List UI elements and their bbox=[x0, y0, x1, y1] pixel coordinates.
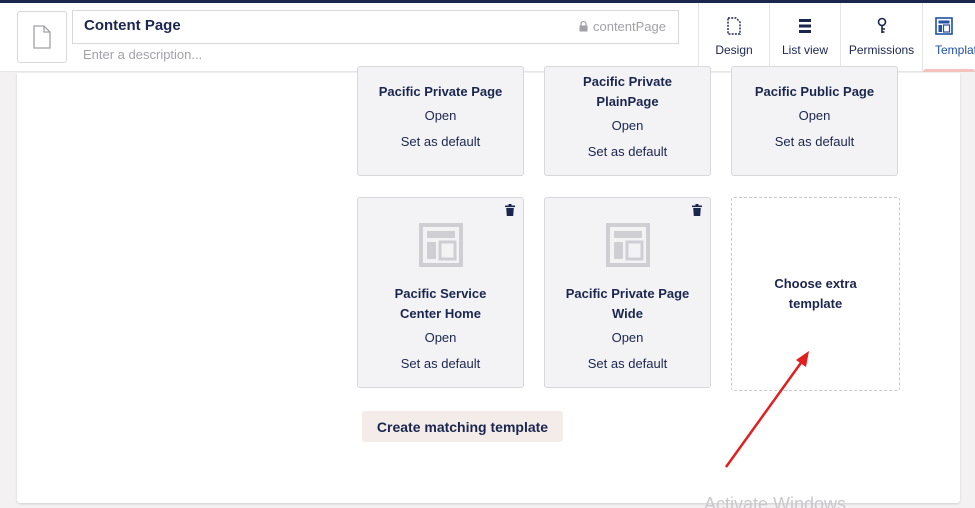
list-icon bbox=[799, 19, 811, 33]
alias-text: contentPage bbox=[592, 19, 666, 34]
app-design[interactable]: Design bbox=[698, 3, 769, 72]
template-card: Pacific Service Center Home Open Set as … bbox=[357, 197, 524, 388]
template-icon bbox=[935, 17, 953, 35]
open-template-link[interactable]: Open bbox=[545, 330, 710, 345]
app-design-label: Design bbox=[715, 43, 753, 57]
set-default-link[interactable]: Set as default bbox=[545, 356, 710, 371]
template-card: Pacific Private Page Open Set as default bbox=[357, 66, 524, 176]
open-template-link[interactable]: Open bbox=[545, 118, 710, 133]
trash-icon[interactable] bbox=[505, 204, 515, 216]
set-default-link[interactable]: Set as default bbox=[545, 144, 710, 159]
document-icon bbox=[727, 17, 741, 35]
document-type-icon-button[interactable] bbox=[17, 11, 67, 63]
app-list-view[interactable]: List view bbox=[769, 3, 840, 72]
template-name: Pacific Private PlainPage bbox=[583, 74, 672, 109]
open-template-link[interactable]: Open bbox=[358, 330, 523, 345]
set-default-link[interactable]: Set as default bbox=[358, 356, 523, 371]
alias-field[interactable]: contentPage bbox=[579, 19, 666, 34]
create-matching-template-button[interactable]: Create matching template bbox=[362, 411, 563, 442]
template-name: Pacific Private Page Wide bbox=[565, 286, 690, 321]
name-input[interactable]: Content Page bbox=[84, 17, 181, 34]
app-templates[interactable]: Templat bbox=[922, 3, 975, 72]
choose-extra-template-label: Choose extra template bbox=[774, 276, 857, 311]
template-name: Pacific Service Center Home bbox=[394, 286, 487, 321]
choose-extra-template-button[interactable]: Choose extra template bbox=[731, 197, 900, 391]
template-icon bbox=[606, 223, 650, 267]
template-card: Pacific Private PlainPage Open Set as de… bbox=[544, 66, 711, 176]
activate-windows-watermark: Activate Windows bbox=[704, 494, 847, 508]
set-default-link[interactable]: Set as default bbox=[732, 134, 897, 149]
app-permissions-label: Permissions bbox=[848, 43, 915, 57]
app-permissions[interactable]: Permissions bbox=[840, 3, 922, 72]
set-default-link[interactable]: Set as default bbox=[358, 134, 523, 149]
template-name: Pacific Private Page bbox=[378, 84, 503, 99]
key-icon bbox=[877, 17, 886, 33]
template-icon bbox=[419, 223, 463, 267]
template-card: Pacific Private Page Wide Open Set as de… bbox=[544, 197, 711, 388]
template-name: Pacific Public Page bbox=[754, 84, 875, 99]
trash-icon[interactable] bbox=[692, 204, 702, 216]
app-list-view-label: List view bbox=[781, 43, 828, 57]
template-card: Pacific Public Page Open Set as default bbox=[731, 66, 898, 176]
app-templates-label: Templat bbox=[935, 43, 975, 57]
name-field[interactable]: Content Page contentPage bbox=[72, 10, 679, 44]
open-template-link[interactable]: Open bbox=[358, 108, 523, 123]
lock-icon[interactable] bbox=[579, 21, 588, 32]
editor-header: Content Page contentPage Enter a descrip… bbox=[0, 3, 975, 72]
open-template-link[interactable]: Open bbox=[732, 108, 897, 123]
editor-apps: Design List view Permissions Templat bbox=[698, 3, 975, 72]
description-input[interactable]: Enter a description... bbox=[83, 47, 202, 62]
document-icon bbox=[33, 25, 51, 49]
